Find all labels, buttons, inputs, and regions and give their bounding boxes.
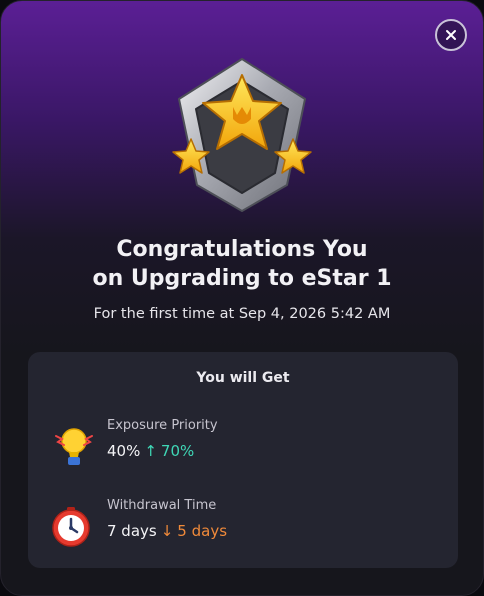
benefits-heading: You will Get — [196, 370, 290, 386]
upgrade-dialog: Congratulations You on Upgrading to eSta… — [0, 0, 484, 596]
benefit-old-value: 7 days — [107, 522, 157, 540]
close-icon — [446, 30, 456, 40]
dialog-title-line2: on Upgrading to eStar 1 — [92, 266, 392, 291]
lightbulb-icon — [55, 428, 93, 465]
benefit-old-value: 40% — [107, 442, 141, 460]
benefit-exposure-priority: Exposure Priority 40% ↑ 70% — [46, 418, 446, 472]
star-shield-badge-icon — [172, 58, 312, 212]
benefit-withdrawal-time: Withdrawal Time 7 days ↓ 5 days — [46, 498, 446, 552]
dialog-title: Congratulations You on Upgrading to eSta… — [1, 235, 483, 293]
benefit-label: Exposure Priority — [107, 418, 218, 433]
benefit-new-value: 5 days — [177, 522, 228, 540]
upgrade-timestamp: For the first time at Sep 4, 2026 5:42 A… — [93, 306, 391, 322]
benefit-values: 40% ↑ 70% — [107, 442, 194, 460]
benefit-values: 7 days ↓ 5 days — [107, 522, 227, 540]
arrow-down-icon: ↓ — [160, 522, 174, 540]
benefits-card: You will Get Exposure Priority 40%↑70% — [28, 352, 458, 568]
close-button[interactable] — [435, 19, 467, 51]
clock-icon — [52, 507, 90, 547]
dialog-title-line1: Congratulations You — [116, 237, 368, 262]
benefit-label: Withdrawal Time — [107, 498, 217, 513]
benefit-new-value: 70% — [160, 442, 195, 460]
arrow-up-icon: ↑ — [144, 442, 157, 460]
